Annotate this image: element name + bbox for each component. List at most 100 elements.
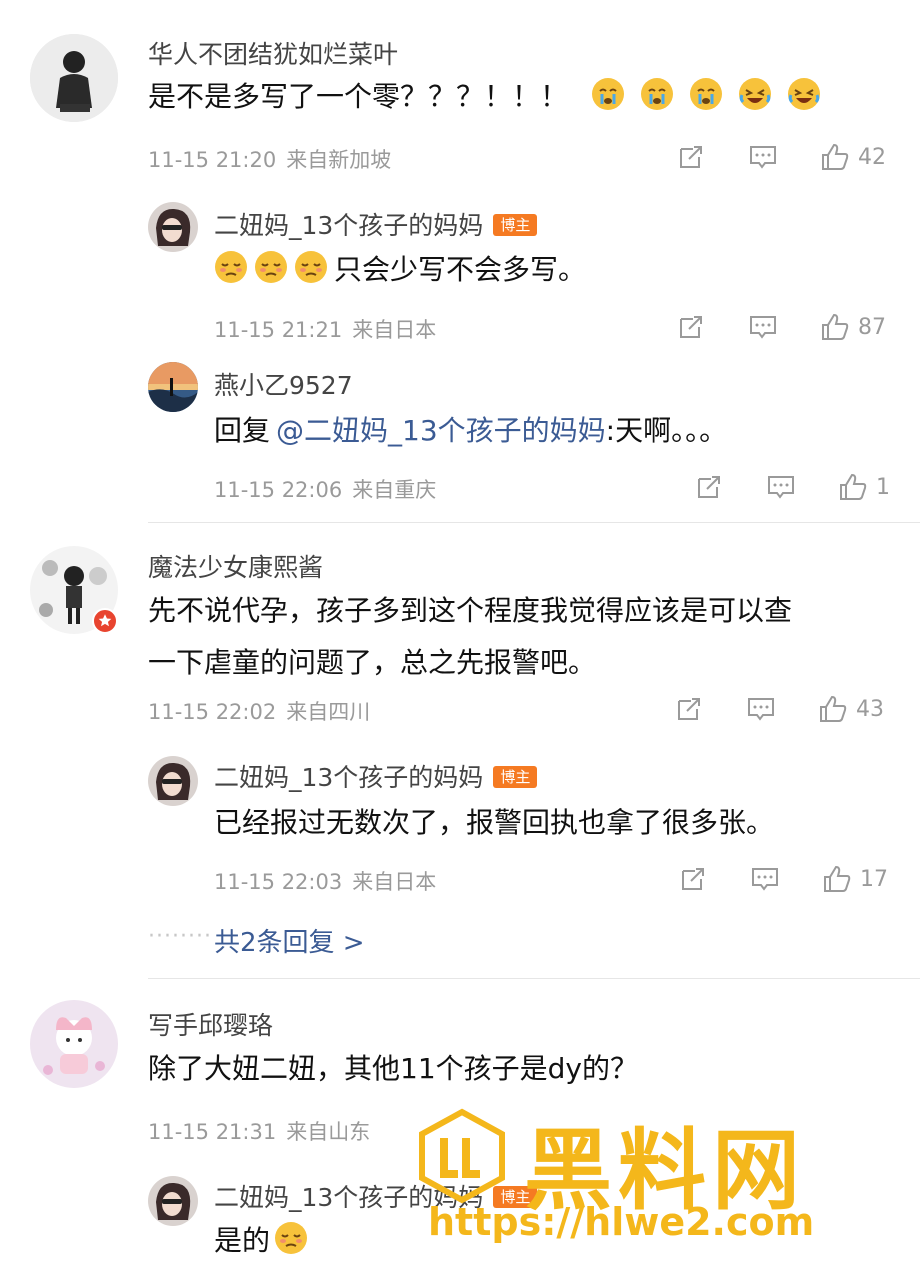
avatar[interactable] [30, 34, 118, 122]
comment-date: 11-15 21:31 [148, 1120, 277, 1144]
crying-emoji-icon [640, 75, 674, 110]
comment-text: 除了大妞二妞，其他11个孩子是dy的？ [148, 1052, 638, 1085]
thumbs-up-icon [824, 865, 851, 892]
reply-username[interactable]: 燕小乙9527 [214, 366, 353, 402]
comment-username[interactable]: 华人不团结犹如烂菜叶 [148, 35, 398, 71]
share-icon [682, 868, 704, 890]
reply-actions: 17 [678, 862, 888, 896]
comment-icon [748, 698, 774, 721]
share-icon [678, 698, 700, 720]
reply-text: 回复 @二妞妈_13个孩子的妈妈:天啊。。。 [214, 404, 727, 458]
reply-meta: 11-15 22:06 来自重庆 [214, 474, 436, 504]
reply-location: 来自重庆 [352, 478, 437, 502]
mention-link[interactable]: @二妞妈_13个孩子的妈妈 [276, 414, 606, 447]
like-button[interactable]: 87 [820, 312, 886, 342]
comment-text-line: 先不说代孕，孩子多到这个程度我觉得应该是可以查 [148, 594, 793, 627]
comment-icon [750, 316, 776, 339]
laughing-emoji-icon [738, 75, 772, 110]
crying-emoji-icon [689, 75, 723, 110]
level-badge-icon [92, 608, 118, 634]
like-button[interactable]: 17 [822, 864, 888, 894]
like-button[interactable]: 42 [820, 142, 886, 172]
share-icon [698, 476, 720, 498]
watermark-logo-icon [419, 1108, 505, 1204]
comment-button[interactable] [748, 142, 778, 172]
pensive-emoji-icon [294, 248, 328, 283]
reply-actions: 1 [694, 470, 890, 504]
comment-button[interactable] [750, 864, 780, 894]
comment-actions: 43 [674, 692, 884, 726]
avatar[interactable] [30, 1000, 118, 1088]
comment-date: 11-15 21:20 [148, 148, 277, 172]
comment-location: 来自山东 [286, 1120, 371, 1144]
comment-username[interactable]: 写手邱璎珞 [148, 1006, 273, 1042]
share-icon [680, 316, 702, 338]
more-replies-dots: ········ [148, 924, 212, 949]
comment-location: 来自四川 [286, 700, 371, 724]
like-button[interactable]: 43 [818, 694, 884, 724]
share-button[interactable] [676, 142, 706, 172]
reply-username: 二妞妈_13个孩子的妈妈 博主 [214, 758, 538, 794]
avatar[interactable] [148, 202, 198, 252]
comment-icon [768, 476, 794, 499]
more-replies-link[interactable]: 共2条回复 > [214, 922, 365, 959]
reply-user-link[interactable]: 二妞妈_13个孩子的妈妈 [214, 211, 483, 240]
reply-text: 只会少写不会多写。 [214, 243, 586, 297]
author-badge: 博主 [493, 766, 538, 788]
pensive-emoji-icon [254, 248, 288, 283]
reply-username: 二妞妈_13个孩子的妈妈 博主 [214, 206, 538, 242]
reply-actions: 87 [676, 310, 886, 344]
comment-meta: 11-15 21:20 来自新加坡 [148, 144, 391, 174]
watermark: 黑料网 https://hlwe2.com [414, 1100, 894, 1250]
reply-date: 11-15 22:06 [214, 478, 343, 502]
comment-button[interactable] [746, 694, 776, 724]
reply-location: 来自日本 [352, 318, 437, 342]
comment-username[interactable]: 魔法少女康熙酱 [148, 548, 323, 584]
author-badge: 博主 [493, 214, 538, 236]
share-icon [680, 146, 702, 168]
reply-meta: 11-15 22:03 来自日本 [214, 866, 436, 896]
like-count: 87 [858, 314, 886, 340]
comment-text-line: 一下虐童的问题了，总之先报警吧。 [148, 646, 597, 679]
crying-emoji-icon [591, 75, 625, 110]
comment-icon [750, 146, 776, 169]
reply-date: 11-15 22:03 [214, 870, 343, 894]
reply-location: 来自日本 [352, 870, 437, 894]
share-button[interactable] [678, 864, 708, 894]
watermark-url: https://hlwe2.com [428, 1200, 815, 1244]
reply-user-link[interactable]: 二妞妈_13个孩子的妈妈 [214, 763, 483, 792]
thumbs-up-icon [820, 695, 847, 722]
reply-body: 只会少写不会多写。 [334, 253, 587, 286]
thumbs-up-icon [840, 473, 867, 500]
comment-text: 是不是多写了一个零？？？！！！ [148, 70, 827, 124]
reply-date: 11-15 21:21 [214, 318, 343, 342]
pensive-emoji-icon [214, 248, 248, 283]
avatar[interactable] [148, 756, 198, 806]
thumbs-up-icon [822, 313, 849, 340]
comment-actions: 42 [676, 140, 886, 174]
share-button[interactable] [694, 472, 724, 502]
reply-text: 已经报过无数次了，报警回执也拿了很多张。 [214, 806, 775, 839]
comment-body: 是不是多写了一个零？？？！！！ [148, 80, 569, 113]
comment-icon [752, 868, 778, 891]
comment-meta: 11-15 21:31 来自山东 [148, 1116, 370, 1146]
share-button[interactable] [676, 312, 706, 342]
reply-text: 是的 [214, 1214, 314, 1268]
thumbs-up-icon [822, 143, 849, 170]
comment-button[interactable] [766, 472, 796, 502]
comment-meta: 11-15 22:02 来自四川 [148, 696, 370, 726]
laughing-emoji-icon [787, 75, 821, 110]
comment-button[interactable] [748, 312, 778, 342]
share-button[interactable] [674, 694, 704, 724]
avatar[interactable] [148, 1176, 198, 1226]
like-count: 43 [856, 696, 884, 722]
reply-prefix: 回复 [214, 414, 271, 447]
like-button[interactable]: 1 [838, 472, 890, 502]
divider [148, 522, 920, 523]
divider [148, 978, 920, 979]
pensive-emoji-icon [274, 1219, 308, 1254]
reply-meta: 11-15 21:21 来自日本 [214, 314, 436, 344]
reply-body: 是的 [214, 1224, 271, 1257]
comment-date: 11-15 22:02 [148, 700, 277, 724]
avatar[interactable] [148, 362, 198, 412]
